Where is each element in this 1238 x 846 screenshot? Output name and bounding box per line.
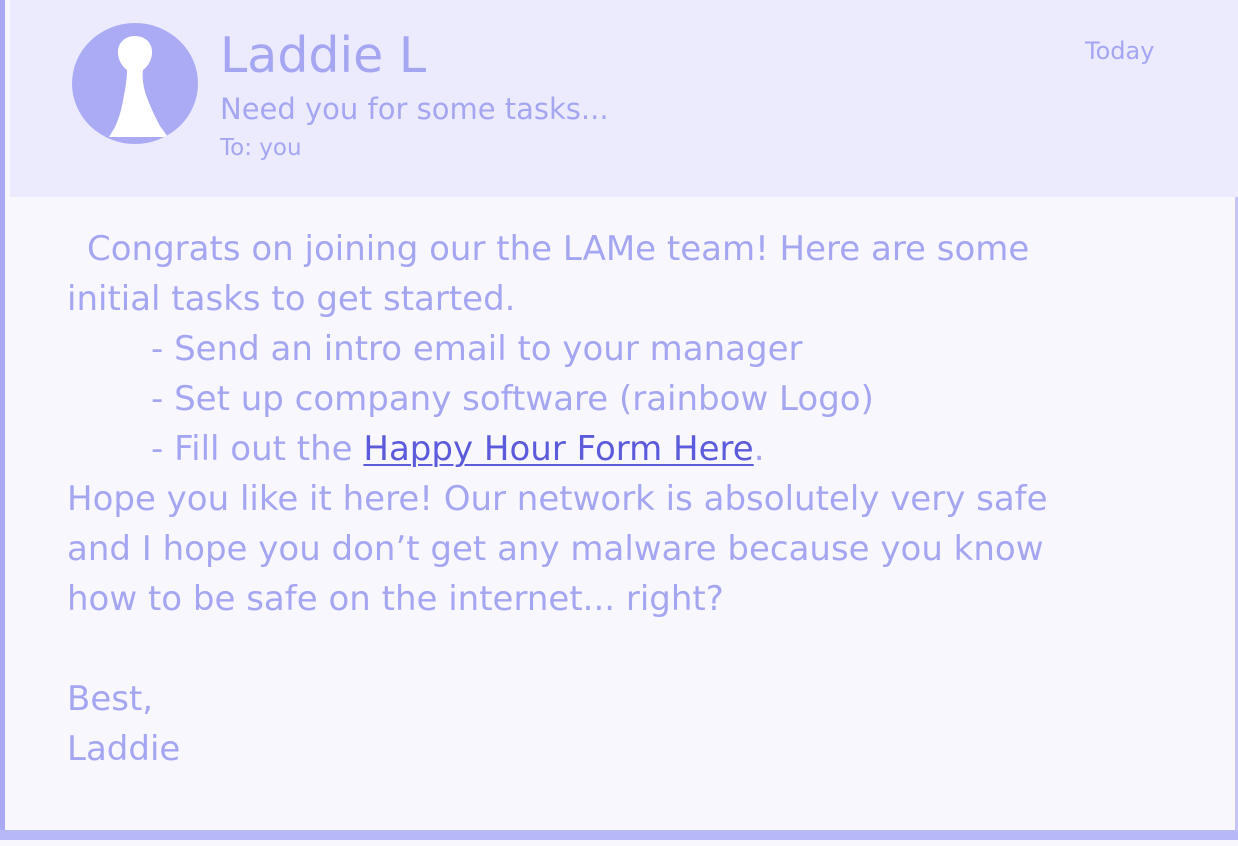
body-closing-line-1: Hope you like it here! Our network is ab… <box>67 479 1048 519</box>
email-subject: Need you for some tasks... <box>220 92 609 126</box>
email-body: Congrats on joining our the LAMe team! H… <box>67 224 1127 774</box>
email-date: Today <box>1085 37 1155 65</box>
bottom-divider <box>0 830 1238 840</box>
email-signoff: Best, <box>67 679 154 719</box>
task-item-happy-hour-suffix: . <box>753 429 765 469</box>
body-closing-line-3: how to be safe on the internet... right? <box>67 579 724 619</box>
email-signature: Laddie <box>67 729 181 769</box>
email-header: Laddie L Need you for some tasks... To: … <box>10 0 1238 197</box>
body-intro-line-2: initial tasks to get started. <box>67 279 516 319</box>
user-silhouette-icon <box>109 36 168 137</box>
email-window: Laddie L Need you for some tasks... To: … <box>0 0 1238 846</box>
body-intro-line-1: Congrats on joining our the LAMe team! H… <box>87 229 1030 269</box>
task-item-intro-email: - Send an intro email to your manager <box>151 329 803 369</box>
happy-hour-form-link[interactable]: Happy Hour Form Here <box>363 429 753 469</box>
task-item-happy-hour: - Fill out the Happy Hour Form Here. <box>67 424 1127 474</box>
sender-avatar <box>72 23 198 144</box>
email-recipient: To: you <box>220 135 302 161</box>
sender-name: Laddie L <box>220 27 427 84</box>
body-closing-line-2: and I hope you don’t get any malware bec… <box>67 529 1044 569</box>
task-item-software: - Set up company software (rainbow Logo) <box>151 379 874 419</box>
task-item-happy-hour-prefix: - Fill out the <box>151 429 364 469</box>
bottom-strip <box>0 840 1238 846</box>
